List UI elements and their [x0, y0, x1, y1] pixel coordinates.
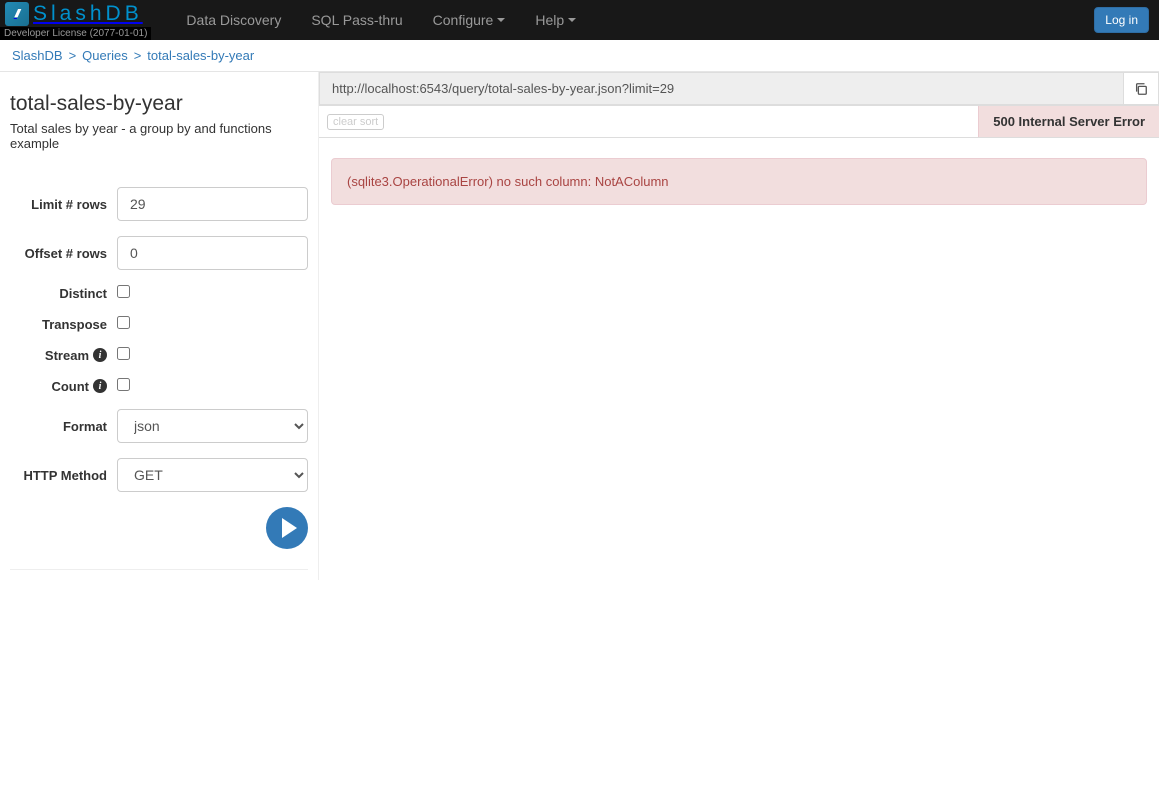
distinct-checkbox[interactable] [117, 285, 130, 298]
form-row-offset: Offset # rows [10, 236, 308, 270]
top-navbar: SlashDB Developer License (2077-01-01) D… [0, 0, 1159, 40]
url-bar: http://localhost:6543/query/total-sales-… [319, 72, 1159, 106]
info-icon[interactable]: i [93, 379, 107, 393]
form-row-count: Counti [10, 378, 308, 394]
breadcrumb: SlashDB > Queries > total-sales-by-year [0, 40, 1159, 72]
breadcrumb-separator: > [69, 48, 77, 63]
sidebar: total-sales-by-year Total sales by year … [0, 72, 318, 580]
form-row-limit: Limit # rows [10, 187, 308, 221]
logo-text: SlashDB [33, 2, 143, 26]
license-badge: Developer License (2077-01-01) [0, 27, 151, 40]
breadcrumb-queries[interactable]: Queries [82, 48, 128, 63]
page-title: total-sales-by-year [10, 92, 308, 116]
url-text: http://localhost:6543/query/total-sales-… [319, 72, 1123, 105]
stream-label: Streami [10, 348, 117, 363]
logo-container: SlashDB Developer License (2077-01-01) [0, 0, 151, 40]
transpose-label: Transpose [10, 317, 117, 332]
count-checkbox[interactable] [117, 378, 130, 391]
format-label: Format [10, 419, 117, 434]
caret-icon [497, 18, 505, 22]
navbar-left: SlashDB Developer License (2077-01-01) D… [0, 0, 591, 40]
caret-icon [568, 18, 576, 22]
nav-configure[interactable]: Configure [418, 0, 521, 40]
format-select[interactable]: json [117, 409, 308, 443]
form-row-transpose: Transpose [10, 316, 308, 332]
transpose-checkbox[interactable] [117, 316, 130, 329]
form-row-method: HTTP Method GET [10, 458, 308, 492]
copy-url-button[interactable] [1123, 72, 1159, 105]
error-alert: (sqlite3.OperationalError) no such colum… [331, 158, 1147, 205]
breadcrumb-current: total-sales-by-year [147, 48, 254, 63]
page-description: Total sales by year - a group by and fun… [10, 121, 308, 151]
content-area: http://localhost:6543/query/total-sales-… [318, 72, 1159, 580]
nav-help[interactable]: Help [520, 0, 591, 40]
form-row-format: Format json [10, 409, 308, 443]
login-button[interactable]: Log in [1094, 7, 1149, 33]
main-container: total-sales-by-year Total sales by year … [0, 72, 1159, 580]
breadcrumb-separator: > [134, 48, 142, 63]
nav-data-discovery[interactable]: Data Discovery [171, 0, 296, 40]
offset-label: Offset # rows [10, 246, 117, 261]
run-button[interactable] [266, 507, 308, 549]
logo-link[interactable]: SlashDB [0, 0, 151, 27]
clear-sort-button: clear sort [327, 114, 384, 130]
nav-links: Data Discovery SQL Pass-thru Configure H… [171, 0, 591, 40]
form-row-distinct: Distinct [10, 285, 308, 301]
info-icon[interactable]: i [93, 348, 107, 362]
stream-checkbox[interactable] [117, 347, 130, 360]
status-bar: clear sort 500 Internal Server Error [319, 106, 1159, 138]
count-label: Counti [10, 379, 117, 394]
distinct-label: Distinct [10, 286, 117, 301]
breadcrumb-root[interactable]: SlashDB [12, 48, 63, 63]
copy-icon [1134, 82, 1148, 96]
status-error: 500 Internal Server Error [978, 106, 1159, 137]
run-button-row [10, 507, 308, 570]
method-label: HTTP Method [10, 468, 117, 483]
limit-input[interactable] [117, 187, 308, 221]
nav-sql-passthru[interactable]: SQL Pass-thru [296, 0, 417, 40]
form-row-stream: Streami [10, 347, 308, 363]
offset-input[interactable] [117, 236, 308, 270]
method-select[interactable]: GET [117, 458, 308, 492]
slashdb-logo-icon [5, 2, 29, 26]
limit-label: Limit # rows [10, 197, 117, 212]
